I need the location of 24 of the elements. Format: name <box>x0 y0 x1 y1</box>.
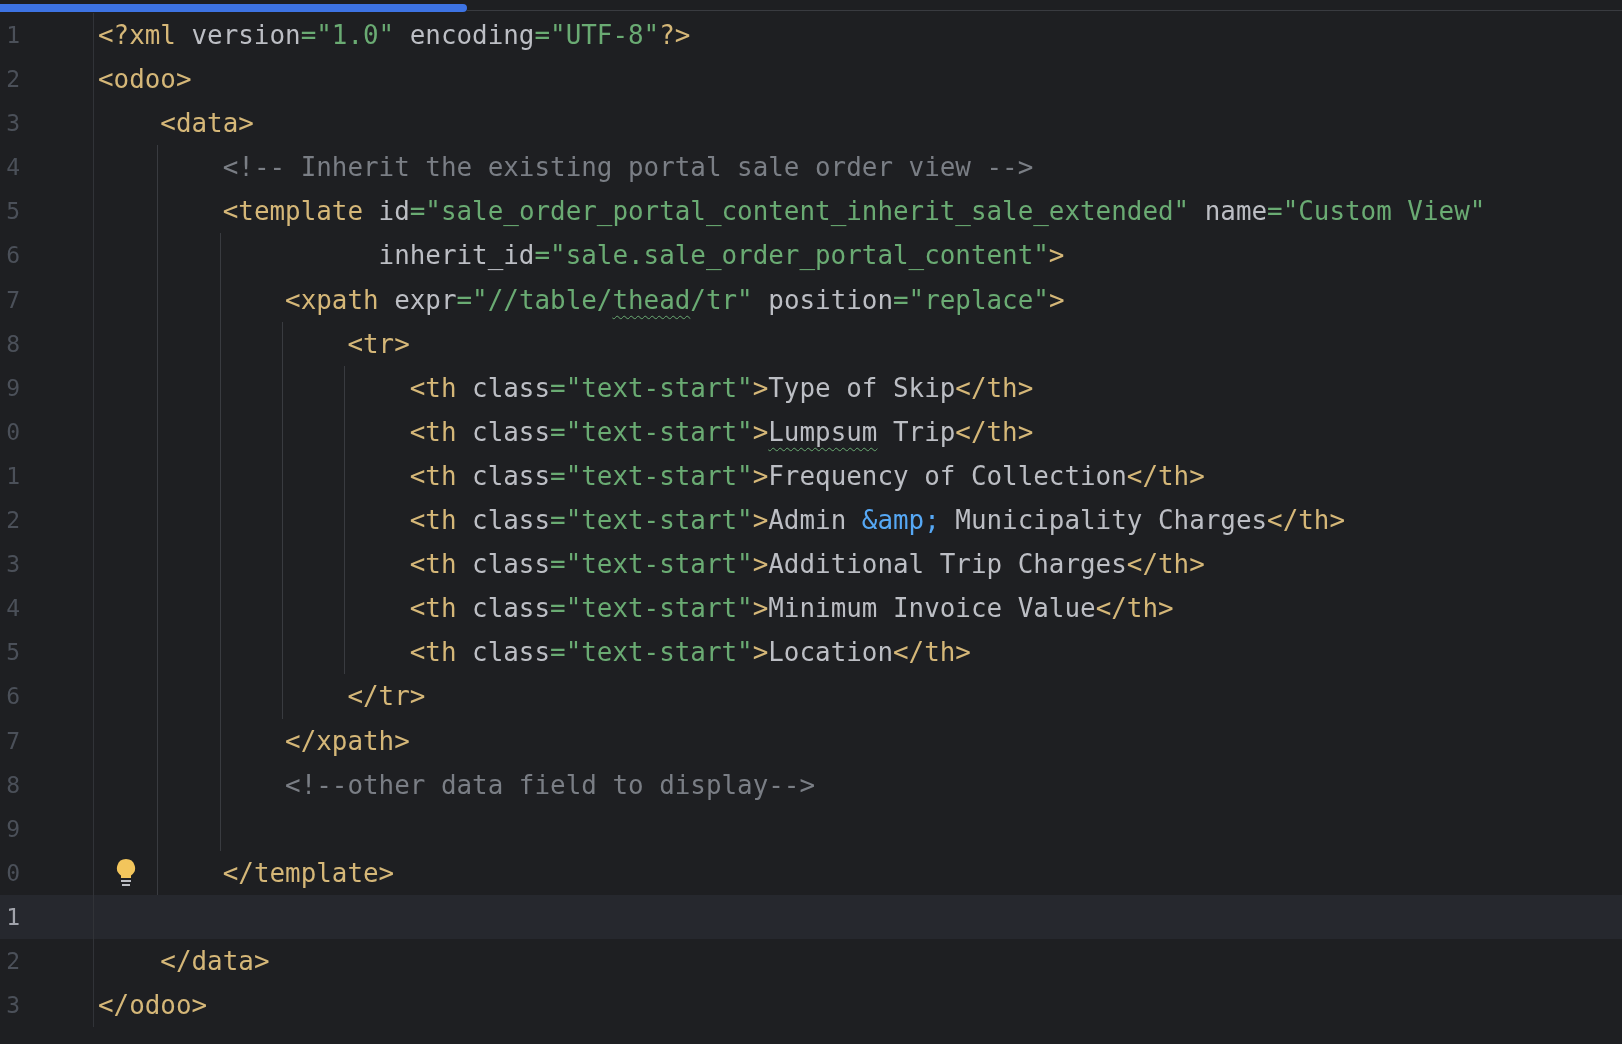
code-line: <data> <box>160 108 254 139</box>
code-line: <!-- Inherit the existing portal sale order view --> <box>222 152 1034 183</box>
code-line: <!--other data field to display--> <box>285 769 816 800</box>
code-line: <th class="text-start">Admin &amp; Municipality Charges</th> <box>409 505 1346 536</box>
code-line: <th class="text-start">Location</th> <box>409 637 971 668</box>
code-line: <th class="text-start">Type of Skip</th> <box>409 372 1034 403</box>
code-line: </odoo> <box>98 990 208 1021</box>
scrollbar-thumb[interactable] <box>0 4 467 12</box>
code-line: <?xml version="1.0" encoding="UTF-8"?> <box>98 20 691 50</box>
code-line: </template> <box>222 857 395 888</box>
code-line: <th class="text-start">Minimum Invoice Value</th> <box>409 593 1174 624</box>
code-line: <template id="sale_order_portal_content_inherit_sale_extended" name="Custom View" <box>222 196 1486 227</box>
line-number: 1 <box>6 902 20 932</box>
code-line: </xpath> <box>285 725 410 756</box>
code-line: <xpath expr="//table/thead/tr" position="replace"> <box>285 284 1065 315</box>
code-line: <th class="text-start">Lumpsum Trip</th> <box>409 416 1034 447</box>
code-line: <th class="text-start">Additional Trip Charges</th> <box>409 549 1205 580</box>
code-line: <tr> <box>347 328 410 359</box>
code-line: inherit_id="sale.sale_order_portal_content"> <box>378 240 1065 271</box>
lightbulb-icon[interactable] <box>116 857 136 888</box>
code-line: </data> <box>160 945 270 976</box>
code-line: </tr> <box>347 681 426 712</box>
code-line: <odoo> <box>98 64 192 95</box>
code-line: <th class="text-start">Frequency of Collection</th> <box>409 460 1205 491</box>
